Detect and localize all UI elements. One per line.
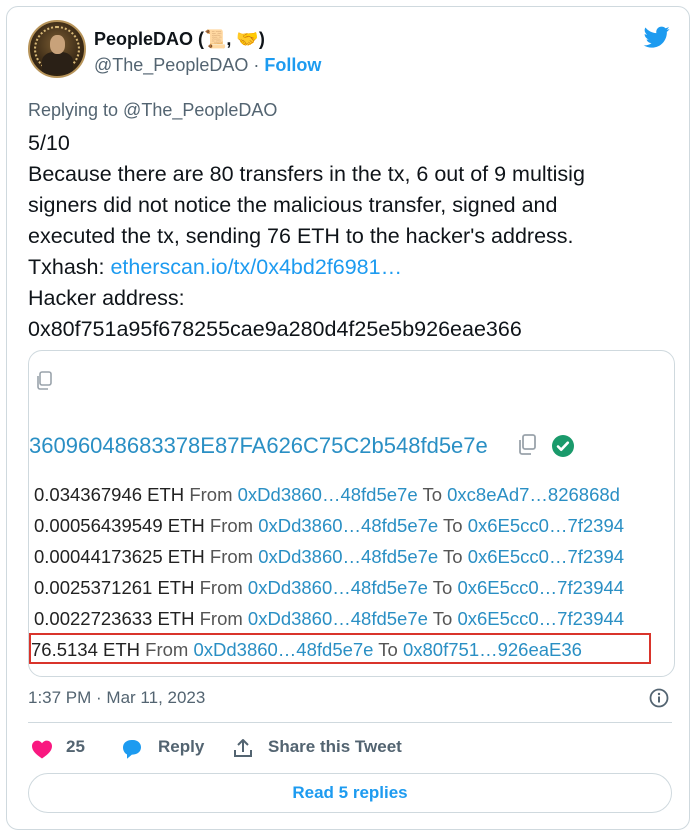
transfer-row: 0.034367946 ETH From 0xDd3860…48fd5e7e T…: [34, 484, 620, 506]
tweet-line: Because there are 80 transfers in the tx…: [28, 162, 585, 186]
to-address: 0x6E5cc0…7f2394: [467, 515, 625, 536]
transfer-amount: 0.00044173625 ETH: [34, 546, 205, 567]
to-label: To: [432, 608, 453, 629]
avatar-figure-face: [50, 35, 65, 54]
transfer-row: 0.00056439549 ETH From 0xDd3860…48fd5e7e…: [34, 515, 624, 537]
avatar[interactable]: [28, 20, 86, 78]
copy-icon: [37, 371, 52, 390]
follow-button[interactable]: Follow: [264, 55, 321, 75]
share-icon[interactable]: [232, 737, 254, 759]
author-name[interactable]: PeopleDAO (📜, 🤝): [94, 29, 265, 50]
to-label: To: [422, 484, 442, 505]
reply-icon[interactable]: [120, 738, 144, 760]
timestamp[interactable]: 1:37 PM · Mar 11, 2023: [28, 688, 205, 708]
author-handle[interactable]: @The_PeopleDAO: [94, 55, 248, 75]
twitter-bird-icon[interactable]: [641, 24, 673, 50]
tweet-line: 5/10: [28, 131, 70, 155]
transfer-amount: 0.0025371261 ETH: [34, 577, 195, 598]
tweet-line: signers did not notice the malicious tra…: [28, 193, 558, 217]
replying-to: Replying to @The_PeopleDAO: [28, 100, 278, 120]
media-image[interactable]: 36096048683378E87FA626C75C2b548fd5e7e 0.…: [28, 350, 675, 677]
from-address: 0xDd3860…48fd5e7e: [237, 484, 418, 505]
from-label: From: [209, 546, 254, 567]
address-fragment: 36096048683378E87FA626C75C2b548fd5e7e: [29, 433, 488, 458]
separator-dot: ·: [253, 55, 260, 75]
transfer-row: 0.0025371261 ETH From 0xDd3860…48fd5e7e …: [34, 577, 624, 599]
to-label: To: [432, 577, 453, 598]
to-address: 0x6E5cc0…7f23944: [457, 577, 625, 598]
txhash-label: Txhash:: [28, 255, 111, 279]
transfer-amount: 0.034367946 ETH: [34, 484, 185, 505]
from-address: 0xDd3860…48fd5e7e: [258, 546, 439, 567]
from-address: 0xDd3860…48fd5e7e: [247, 608, 428, 629]
hacker-label: Hacker address:: [28, 286, 185, 310]
heart-icon[interactable]: [31, 739, 53, 759]
tweet-line: executed the tx, sending 76 ETH to the h…: [28, 224, 574, 248]
share-button[interactable]: Share this Tweet: [268, 737, 402, 757]
reply-button[interactable]: Reply: [158, 737, 204, 757]
transfer-amount: 0.00056439549 ETH: [34, 515, 205, 536]
transfer-amount: 0.0022723633 ETH: [34, 608, 195, 629]
to-address: 0x6E5cc0…7f2394: [467, 546, 625, 567]
to-label: To: [443, 515, 463, 536]
to-address: 0x6E5cc0…7f23944: [457, 608, 625, 629]
divider: [28, 722, 672, 723]
txhash-link[interactable]: etherscan.io/tx/0x4bd2f6981…: [110, 255, 402, 279]
highlight-box: [29, 633, 651, 664]
from-label: From: [189, 484, 233, 505]
verified-check-icon: [552, 435, 574, 457]
from-address: 0xDd3860…48fd5e7e: [247, 577, 428, 598]
info-icon[interactable]: [649, 688, 669, 708]
like-count[interactable]: 25: [66, 737, 85, 757]
transfer-row: 0.00044173625 ETH From 0xDd3860…48fd5e7e…: [34, 546, 624, 568]
to-address: 0xc8eAd7…826868d: [447, 484, 620, 505]
from-label: From: [199, 608, 243, 629]
copy-icon: [519, 434, 536, 455]
avatar-figure-body: [42, 52, 73, 74]
to-label: To: [443, 546, 463, 567]
from-address: 0xDd3860…48fd5e7e: [258, 515, 439, 536]
transfer-row: 0.0022723633 ETH From 0xDd3860…48fd5e7e …: [34, 608, 624, 630]
from-label: From: [209, 515, 254, 536]
tweet-body: 5/10 Because there are 80 transfers in t…: [28, 128, 678, 345]
txhash-line: Txhash: etherscan.io/tx/0x4bd2f6981…: [28, 252, 678, 283]
from-label: From: [199, 577, 243, 598]
read-replies-button[interactable]: Read 5 replies: [28, 773, 672, 813]
author-handle-line: @The_PeopleDAO · Follow: [94, 55, 321, 76]
hacker-address: 0x80f751a95f678255cae9a280d4f25e5b926eae…: [28, 317, 522, 341]
